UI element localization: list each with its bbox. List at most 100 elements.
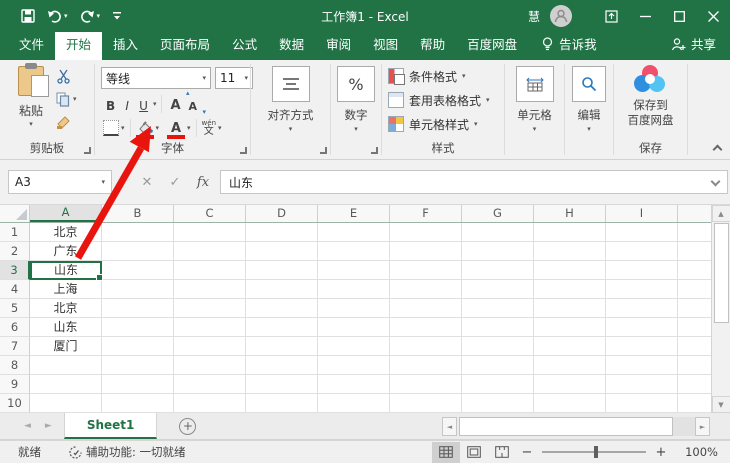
cell-D8[interactable] bbox=[246, 356, 318, 375]
horizontal-scroll-track[interactable] bbox=[673, 417, 695, 436]
cell-D6[interactable] bbox=[246, 318, 318, 337]
column-header-A[interactable]: A bbox=[30, 205, 102, 222]
underline-caret-icon[interactable]: ▾ bbox=[153, 101, 157, 108]
formula-input[interactable]: 山东 bbox=[220, 170, 728, 194]
font-size-select[interactable]: 11 ▾ bbox=[215, 67, 253, 89]
cell-I4[interactable] bbox=[606, 280, 678, 299]
scroll-down-button[interactable]: ▼ bbox=[712, 396, 730, 413]
cell-A5[interactable]: 北京 bbox=[30, 299, 102, 318]
save-button[interactable] bbox=[16, 4, 40, 28]
cell-A7[interactable]: 厦门 bbox=[30, 337, 102, 356]
tab-页面布局[interactable]: 页面布局 bbox=[149, 28, 221, 60]
save-to-baidu-button[interactable]: 保存到 百度网盘 bbox=[614, 65, 687, 128]
tell-me-button[interactable]: 告诉我 bbox=[528, 28, 607, 60]
minimize-button[interactable] bbox=[628, 0, 662, 32]
cell-D7[interactable] bbox=[246, 337, 318, 356]
cell-D9[interactable] bbox=[246, 375, 318, 394]
cell-E5[interactable] bbox=[318, 299, 390, 318]
page-layout-view-button[interactable] bbox=[460, 442, 488, 463]
scroll-right-button[interactable]: ► bbox=[695, 417, 710, 436]
cell-F5[interactable] bbox=[390, 299, 462, 318]
vertical-scroll-thumb[interactable] bbox=[714, 223, 729, 323]
cell-E4[interactable] bbox=[318, 280, 390, 299]
cell-I5[interactable] bbox=[606, 299, 678, 318]
cell-C6[interactable] bbox=[174, 318, 246, 337]
fill-color-button[interactable] bbox=[136, 118, 154, 138]
cell-G9[interactable] bbox=[462, 375, 534, 394]
redo-button[interactable]: ▾ bbox=[75, 4, 106, 28]
cell-G10[interactable] bbox=[462, 394, 534, 413]
column-header-H[interactable]: H bbox=[534, 205, 606, 222]
cell-B9[interactable] bbox=[102, 375, 174, 394]
select-all-corner[interactable] bbox=[0, 205, 30, 222]
column-header-D[interactable]: D bbox=[246, 205, 318, 222]
font-dialog-launcher[interactable] bbox=[240, 147, 247, 154]
horizontal-scroll-thumb[interactable] bbox=[459, 417, 673, 436]
row-header-2[interactable]: 2 bbox=[0, 242, 30, 261]
cell-H6[interactable] bbox=[534, 318, 606, 337]
cell-A8[interactable] bbox=[30, 356, 102, 375]
horizontal-scrollbar[interactable]: ◄ ► bbox=[442, 417, 710, 436]
cell-A3[interactable]: 山东 bbox=[30, 261, 102, 280]
cell-B7[interactable] bbox=[102, 337, 174, 356]
column-header-E[interactable]: E bbox=[318, 205, 390, 222]
increase-font-size-button[interactable]: A▴ bbox=[167, 94, 183, 114]
normal-view-button[interactable] bbox=[432, 442, 460, 463]
cell-F1[interactable] bbox=[390, 223, 462, 242]
conditional-formatting-button[interactable]: 条件格式 ▾ bbox=[382, 64, 504, 88]
vertical-scrollbar[interactable]: ▲ ▼ bbox=[711, 205, 730, 413]
bold-button[interactable]: B bbox=[103, 94, 118, 114]
cell-G5[interactable] bbox=[462, 299, 534, 318]
cell-H2[interactable] bbox=[534, 242, 606, 261]
cell-F9[interactable] bbox=[390, 375, 462, 394]
cancel-entry-button[interactable]: ✕ bbox=[134, 175, 160, 190]
cell-G4[interactable] bbox=[462, 280, 534, 299]
row-header-4[interactable]: 4 bbox=[0, 280, 30, 299]
clipboard-dialog-launcher[interactable] bbox=[84, 147, 91, 154]
cell-F7[interactable] bbox=[390, 337, 462, 356]
confirm-entry-button[interactable]: ✓ bbox=[162, 175, 188, 190]
cell-G1[interactable] bbox=[462, 223, 534, 242]
cell-F6[interactable] bbox=[390, 318, 462, 337]
cell-H4[interactable] bbox=[534, 280, 606, 299]
cell-I2[interactable] bbox=[606, 242, 678, 261]
cell-E3[interactable] bbox=[318, 261, 390, 280]
cell-A1[interactable]: 北京 bbox=[30, 223, 102, 242]
cell-C5[interactable] bbox=[174, 299, 246, 318]
tab-插入[interactable]: 插入 bbox=[102, 28, 149, 60]
cell-E1[interactable] bbox=[318, 223, 390, 242]
cut-button[interactable] bbox=[56, 68, 71, 84]
cell-G7[interactable] bbox=[462, 337, 534, 356]
cell-D3[interactable] bbox=[246, 261, 318, 280]
cell-C7[interactable] bbox=[174, 337, 246, 356]
prev-sheet-icon[interactable]: ◄ bbox=[24, 421, 31, 431]
cell-B8[interactable] bbox=[102, 356, 174, 375]
number-button[interactable]: % 数字 ▾ bbox=[331, 66, 381, 133]
cell-H3[interactable] bbox=[534, 261, 606, 280]
cells-button[interactable]: 单元格 ▾ bbox=[505, 66, 564, 133]
cell-H10[interactable] bbox=[534, 394, 606, 413]
maximize-button[interactable] bbox=[662, 0, 696, 32]
cell-I6[interactable] bbox=[606, 318, 678, 337]
row-header-9[interactable]: 9 bbox=[0, 375, 30, 394]
tab-数据[interactable]: 数据 bbox=[268, 28, 315, 60]
cell-G8[interactable] bbox=[462, 356, 534, 375]
phonetic-guide-button[interactable]: wén 文 bbox=[202, 120, 216, 137]
cell-D10[interactable] bbox=[246, 394, 318, 413]
format-painter-button[interactable] bbox=[56, 114, 71, 130]
cell-B4[interactable] bbox=[102, 280, 174, 299]
column-header-I[interactable]: I bbox=[606, 205, 678, 222]
zoom-slider[interactable] bbox=[542, 451, 646, 453]
scroll-up-button[interactable]: ▲ bbox=[712, 205, 730, 222]
cell-E9[interactable] bbox=[318, 375, 390, 394]
row-header-3[interactable]: 3 bbox=[0, 261, 30, 280]
avatar[interactable] bbox=[550, 5, 572, 27]
cell-H8[interactable] bbox=[534, 356, 606, 375]
cell-C3[interactable] bbox=[174, 261, 246, 280]
cell-I1[interactable] bbox=[606, 223, 678, 242]
cell-C8[interactable] bbox=[174, 356, 246, 375]
user-name[interactable]: 慧 bbox=[528, 8, 540, 25]
cell-H9[interactable] bbox=[534, 375, 606, 394]
tab-审阅[interactable]: 审阅 bbox=[315, 28, 362, 60]
tab-视图[interactable]: 视图 bbox=[362, 28, 409, 60]
